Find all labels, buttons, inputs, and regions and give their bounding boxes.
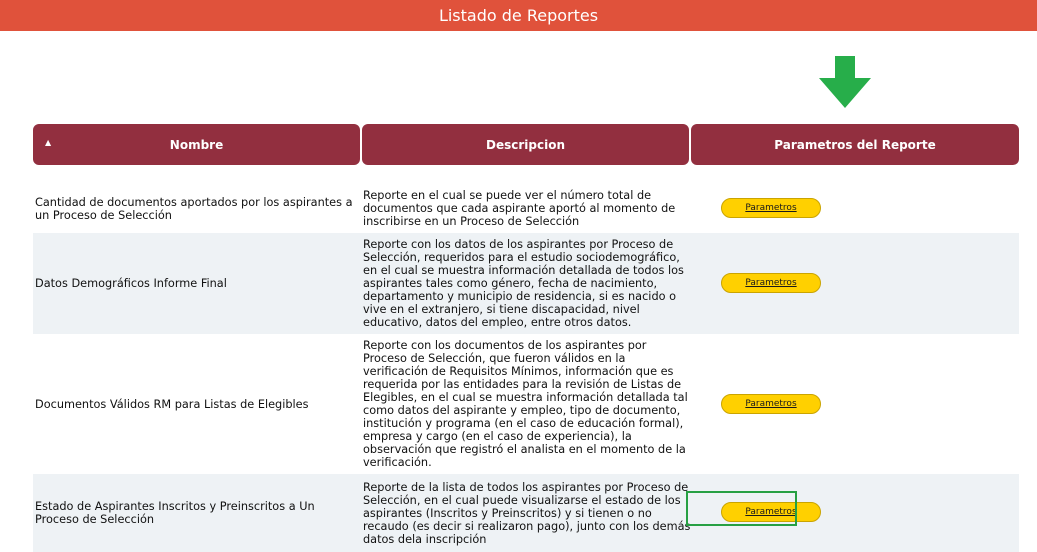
column-header-params-label: Parametros del Reporte (774, 137, 936, 152)
table-row: Datos Demográficos Informe Final Reporte… (33, 233, 1019, 334)
column-header-description[interactable]: Descripcion (362, 124, 689, 165)
top-bar: Listado de Reportes (0, 0, 1037, 31)
column-header-description-label: Descripcion (486, 137, 565, 152)
report-description: Reporte en el cual se puede ver el númer… (363, 189, 676, 228)
table-row: Documentos Válidos RM para Listas de Ele… (33, 334, 1019, 474)
down-arrow-icon (819, 56, 871, 108)
table-row: Estado de Aspirantes Inscritos y Preinsc… (33, 474, 1019, 552)
report-name: Documentos Válidos RM para Listas de Ele… (35, 397, 309, 411)
column-header-params[interactable]: Parametros del Reporte (691, 124, 1019, 165)
parametros-button[interactable]: Parametros (721, 394, 821, 414)
parametros-button[interactable]: Parametros (721, 273, 821, 293)
page-title: Listado de Reportes (438, 6, 599, 25)
report-description: Reporte con los documentos de los aspira… (363, 339, 688, 469)
highlight-box (686, 491, 797, 526)
sort-ascending-icon[interactable]: ▲ (45, 138, 51, 147)
report-name: Estado de Aspirantes Inscritos y Preinsc… (35, 500, 315, 526)
table-row: Cantidad de documentos aportados por los… (33, 184, 1019, 233)
report-name: Cantidad de documentos aportados por los… (35, 195, 353, 222)
column-header-name-label: Nombre (169, 137, 224, 152)
report-description: Reporte de la lista de todos los aspiran… (363, 480, 691, 546)
report-description: Reporte con los datos de los aspirantes … (363, 238, 684, 329)
report-name: Datos Demográficos Informe Final (35, 277, 227, 290)
column-header-name[interactable]: ▲ Nombre (33, 124, 360, 165)
parametros-button[interactable]: Parametros (721, 198, 821, 218)
